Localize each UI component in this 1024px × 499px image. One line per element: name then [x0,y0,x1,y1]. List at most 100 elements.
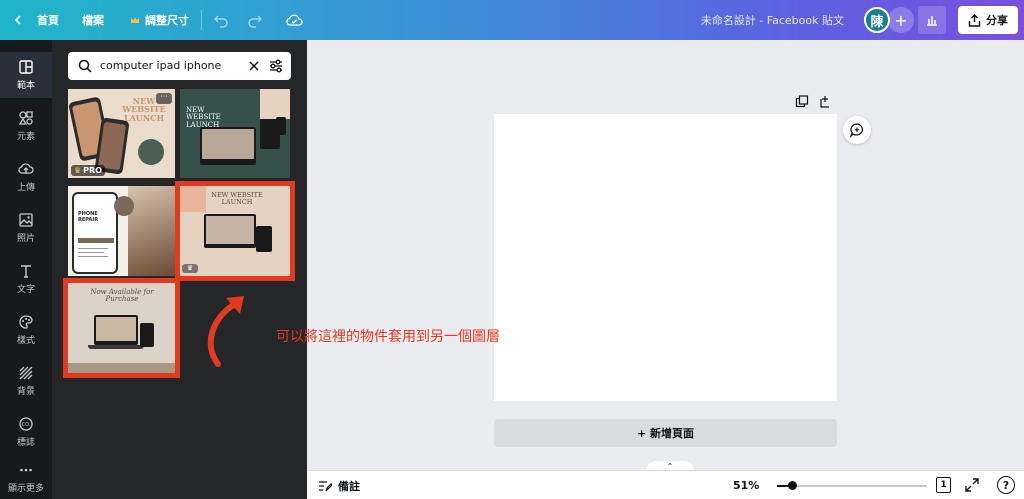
avatar[interactable]: 陳 [864,7,890,33]
pro-badge: ♛ PRO [71,165,105,176]
rail-item-text[interactable]: 文字 [0,256,52,302]
crown-icon: ♛ [74,166,82,175]
template-card[interactable]: NEW WEBSITE LAUNCH [180,89,290,178]
crown-icon [131,17,139,23]
template-title: NEW WEBSITE LAUNCH [186,106,221,129]
share-icon [968,13,981,27]
monitor-mockup [204,214,256,248]
elements-icon [18,111,33,125]
rail-label: 照片 [16,234,35,244]
bottom-bar: 備註 51% 1 ? [307,470,1024,499]
text-icon [21,265,31,278]
comment-add-icon [849,123,863,138]
divider [78,256,108,257]
add-page-icon[interactable] [819,95,833,109]
design-title[interactable]: 未命名設計 - Facebook 貼文 [701,0,844,40]
annotation-arrow [207,296,244,367]
resize-button[interactable]: 調整尺寸 [130,0,189,40]
notes-icon [319,481,332,492]
phone-mockup: PHONE REPAIR [72,192,118,274]
decor-shape [78,238,114,243]
redo-icon [248,15,262,28]
more-options-icon[interactable]: ··· [156,93,172,104]
template-card-highlighted[interactable]: NEW WEBSITE LAUNCH ♛ [175,181,295,281]
rail-label: 背景 [16,387,35,397]
insights-button[interactable] [918,6,946,34]
monitor-mockup [200,127,256,165]
add-page-button[interactable]: + 新增頁面 [494,419,837,447]
divider [78,252,104,253]
template-card-highlighted[interactable]: Now Available for Purchase [63,278,180,378]
decor-shape [260,89,290,119]
template-title: NEW WEBSITE LAUNCH [211,191,263,206]
invite-button[interactable]: + [888,7,914,33]
rail-item-styles[interactable]: 樣式 [0,307,52,353]
rail-item-background[interactable]: 背景 [0,358,52,404]
rail-item-photos[interactable]: 照片 [0,205,52,251]
resize-label: 調整尺寸 [145,14,189,27]
home-label: 首頁 [37,14,59,27]
share-label: 分享 [986,14,1008,27]
template-title: PHONE REPAIR [78,211,99,223]
zoom-slider[interactable] [777,481,927,490]
redo-button[interactable] [247,0,263,40]
template-card[interactable]: PHONE REPAIR [68,186,175,276]
rail-label: 顯示更多 [7,484,44,494]
search-input[interactable]: computer ipad iphone [100,59,221,72]
file-menu-button[interactable]: 檔案 [82,0,104,40]
rail-item-uploads[interactable]: 上傳 [0,154,52,200]
bar-chart-icon [927,16,937,26]
rail-label: 樣式 [16,336,35,346]
annotation-text: 可以將這裡的物件套用到另一個圖層 [276,329,500,345]
share-button[interactable]: 分享 [958,6,1018,34]
filter-icon[interactable] [268,58,284,74]
logo-icon: CO. [19,417,33,431]
crown-icon: ♛ [182,264,198,273]
close-icon[interactable] [246,58,262,74]
rail-label: 文字 [16,285,35,295]
chevron-left-icon [14,15,21,25]
phone-mockup [276,117,286,135]
rail-item-elements[interactable]: 元素 [0,103,52,149]
laptop-base [88,345,144,349]
template-card[interactable]: NEW WEBSITE LAUNCH ··· ♛ PRO [68,89,175,178]
svg-text:CO.: CO. [22,422,31,428]
template-title: Now Available for Purchase [90,288,154,304]
search-box[interactable]: computer ipad iphone [68,52,291,80]
rail-item-logos[interactable]: CO. 標誌 [0,409,52,455]
tablet-mockup [256,226,272,252]
background-icon [19,366,33,380]
thumbs-up-icon [114,196,134,216]
upload-icon [18,163,34,174]
rail-item-more[interactable]: 顯示更多 [0,455,52,499]
decor-shape [138,139,164,165]
duplicate-page-icon[interactable] [795,95,809,109]
photo-area [128,186,175,276]
rail-item-templates[interactable]: 範本 [0,52,52,98]
template-icon [19,60,33,74]
rail-label: 元素 [16,132,35,142]
more-icon [20,468,32,472]
rail-label: 標誌 [16,438,35,448]
save-status-button[interactable] [285,0,303,40]
comment-button[interactable] [843,116,871,144]
photo-icon [19,213,33,227]
fullscreen-icon[interactable] [964,477,980,493]
notes-button[interactable]: 備註 [318,478,360,494]
side-rail: 範本 元素 上傳 照片 文字 樣式 背景 CO. 標誌 顯示更多 [0,40,52,499]
undo-button[interactable] [213,0,229,40]
rail-label: 上傳 [16,183,35,193]
file-label: 檔案 [82,14,104,27]
divider [78,248,108,249]
notes-label: 備註 [338,480,360,493]
design-artboard[interactable] [494,114,837,401]
zoom-level[interactable]: 51% [733,479,759,492]
top-bar: 首頁 檔案 調整尺寸 未命名設計 - Facebook 貼文 陳 + 分享 [0,0,1024,40]
rail-label: 範本 [16,81,35,91]
page-count-button[interactable]: 1 [936,477,951,493]
home-button[interactable]: 首頁 [12,0,59,40]
undo-icon [214,15,228,28]
zoom-slider-handle[interactable] [788,481,797,490]
toolbar-divider [201,10,202,30]
help-button[interactable]: ? [997,476,1015,494]
